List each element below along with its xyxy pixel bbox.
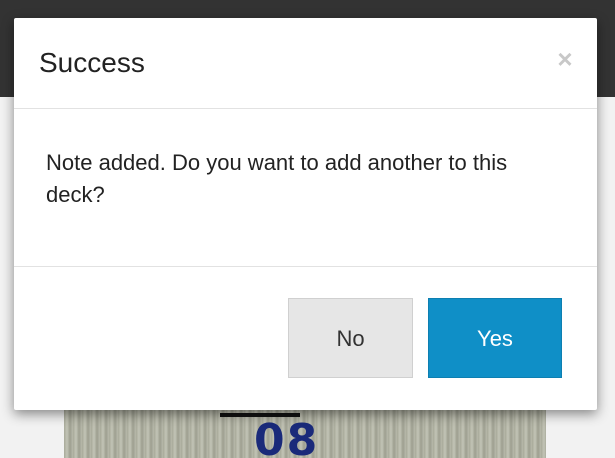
photo-digits: 08	[254, 415, 320, 458]
yes-button[interactable]: Yes	[428, 298, 562, 378]
dialog-body: Note added. Do you want to add another t…	[14, 109, 597, 267]
close-icon[interactable]: ×	[553, 42, 577, 76]
no-button[interactable]: No	[288, 298, 413, 378]
success-dialog: Success × Note added. Do you want to add…	[14, 18, 597, 410]
dialog-header: Success ×	[14, 18, 597, 109]
card-photo: 08	[64, 405, 546, 458]
dialog-message: Note added. Do you want to add another t…	[46, 150, 508, 207]
dialog-title: Success	[39, 47, 145, 78]
